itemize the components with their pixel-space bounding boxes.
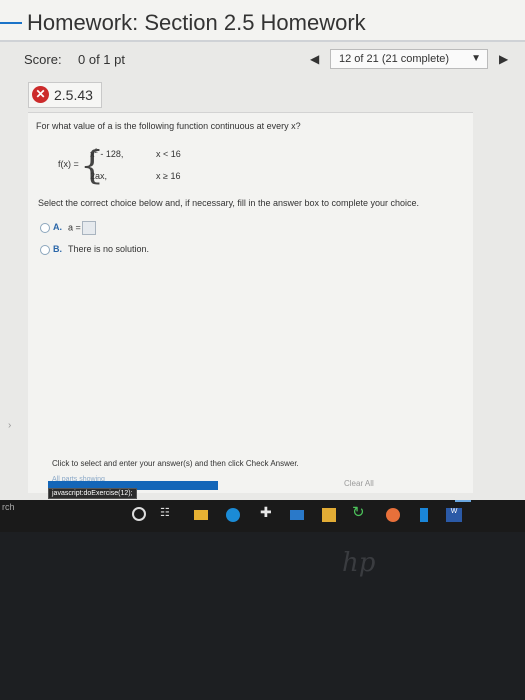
question-text: For what value of a is the following fun… xyxy=(36,121,301,131)
refresh-app-icon[interactable]: ↻ xyxy=(352,503,366,521)
instruction-text: Select the correct choice below and, if … xyxy=(38,198,420,208)
search-text-fragment[interactable]: rch xyxy=(2,502,15,512)
page-title: Homework: Section 2.5 Homework xyxy=(27,10,366,35)
question-select-dropdown[interactable]: 12 of 21 (21 complete) ▼ xyxy=(330,49,488,69)
radio-b[interactable] xyxy=(40,244,50,255)
firefox-icon[interactable] xyxy=(386,508,400,522)
browser-screen: Homework: Section 2.5 Homework Score: 0 … xyxy=(0,0,525,500)
question-number-box: ✕ 2.5.43 xyxy=(28,82,102,108)
word-icon[interactable]: W xyxy=(446,508,462,522)
accent-line xyxy=(0,22,22,24)
prev-question-button[interactable]: ◀ xyxy=(310,52,319,66)
answer-input[interactable] xyxy=(81,221,96,235)
mail-icon[interactable] xyxy=(290,510,304,520)
cortana-icon[interactable] xyxy=(132,507,146,521)
choice-a[interactable]: A. a = xyxy=(40,221,96,235)
clear-all-button[interactable]: Clear All xyxy=(344,479,374,488)
question-panel: For what value of a is the following fun… xyxy=(28,112,473,499)
question-number: 2.5.43 xyxy=(54,87,93,103)
store-icon[interactable] xyxy=(322,508,336,522)
choice-b-text: There is no solution. xyxy=(68,244,150,254)
piece-2-expression: 2ax, xyxy=(90,171,108,181)
chevron-down-icon: ▼ xyxy=(471,53,481,64)
piece-1-expression: x2 - 128, xyxy=(90,149,124,159)
score-value: 0 of 1 pt xyxy=(78,52,125,67)
pinned-app-icon[interactable] xyxy=(420,508,428,522)
task-view-icon[interactable]: ☷ xyxy=(160,506,174,520)
hp-logo: hp xyxy=(342,548,376,578)
choice-a-text: a = xyxy=(68,222,81,233)
edge-browser-icon[interactable] xyxy=(226,508,240,522)
question-progress-text: 12 of 21 (21 complete) xyxy=(339,53,450,65)
status-tooltip: javascript:doExercise(12); xyxy=(48,488,137,499)
incorrect-x-icon: ✕ xyxy=(32,86,49,103)
file-explorer-icon[interactable] xyxy=(194,510,208,520)
taskbar: rch ☷ ✚ ↻ W xyxy=(0,500,525,532)
help-text: Click to select and enter your answer(s)… xyxy=(52,459,299,468)
tool-icon[interactable]: ✚ xyxy=(260,504,274,520)
next-question-button[interactable]: ▶ xyxy=(499,52,508,66)
title-bar: Homework: Section 2.5 Homework xyxy=(0,0,525,42)
piece-1-condition: x < 16 xyxy=(156,149,181,159)
left-scroll-arrow-icon[interactable]: › xyxy=(8,420,11,431)
score-row: Score: 0 of 1 pt ◀ 12 of 21 (21 complete… xyxy=(24,48,508,72)
piecewise-function: f(x) = { x2 - 128, x < 16 2ax, x ≥ 16 xyxy=(58,145,208,187)
active-app-indicator xyxy=(455,500,471,502)
function-label: f(x) = xyxy=(58,159,79,169)
radio-a[interactable] xyxy=(40,223,50,233)
choice-b[interactable]: B. There is no solution. xyxy=(40,244,149,255)
piece-2-condition: x ≥ 16 xyxy=(156,171,181,181)
choice-b-letter: B. xyxy=(53,244,62,254)
score-label: Score: xyxy=(24,52,62,67)
choice-a-letter: A. xyxy=(53,222,62,233)
